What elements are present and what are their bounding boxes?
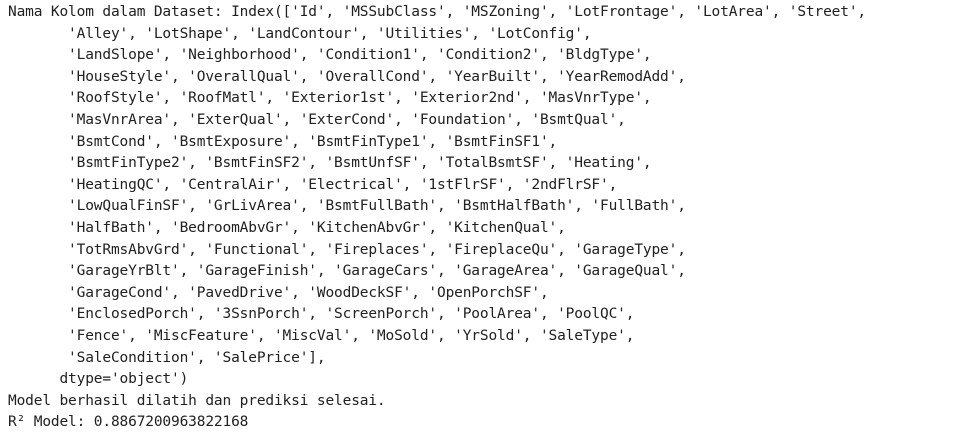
output-line: 'HeatingQC', 'CentralAir', 'Electrical',… bbox=[8, 176, 618, 193]
output-line: 'HouseStyle', 'OverallQual', 'OverallCon… bbox=[8, 68, 686, 85]
cell-output-text: Nama Kolom dalam Dataset: Index(['Id', '… bbox=[0, 0, 971, 436]
output-line: 'TotRmsAbvGrd', 'Functional', 'Fireplace… bbox=[8, 241, 686, 258]
output-line: Nama Kolom dalam Dataset: Index(['Id', '… bbox=[8, 4, 866, 20]
output-line: 'SaleCondition', 'SalePrice'], bbox=[8, 349, 326, 366]
output-line: 'RoofStyle', 'RoofMatl', 'Exterior1st', … bbox=[8, 90, 652, 107]
output-line: 'GarageCond', 'PavedDrive', 'WoodDeckSF'… bbox=[8, 284, 549, 301]
output-line: 'Fence', 'MiscFeature', 'MiscVal', 'MoSo… bbox=[8, 327, 635, 344]
r2-score-line: R² Model: 0.8867200963822168 bbox=[8, 414, 249, 431]
output-line: 'BsmtFinType2', 'BsmtFinSF2', 'BsmtUnfSF… bbox=[8, 155, 652, 172]
output-line: 'BsmtCond', 'BsmtExposure', 'BsmtFinType… bbox=[8, 133, 558, 150]
status-message: Model berhasil dilatih dan prediksi sele… bbox=[8, 392, 386, 409]
output-line: dtype='object') bbox=[8, 371, 189, 388]
output-line: 'EnclosedPorch', '3SsnPorch', 'ScreenPor… bbox=[8, 306, 635, 323]
output-line: 'LowQualFinSF', 'GrLivArea', 'BsmtFullBa… bbox=[8, 198, 686, 215]
output-line: 'MasVnrArea', 'ExterQual', 'ExterCond', … bbox=[8, 111, 626, 128]
output-line: 'Alley', 'LotShape', 'LandContour', 'Uti… bbox=[8, 25, 592, 42]
output-line: 'GarageYrBlt', 'GarageFinish', 'GarageCa… bbox=[8, 263, 686, 280]
output-line: 'HalfBath', 'BedroomAbvGr', 'KitchenAbvG… bbox=[8, 219, 566, 236]
output-line: 'LandSlope', 'Neighborhood', 'Condition1… bbox=[8, 47, 652, 64]
